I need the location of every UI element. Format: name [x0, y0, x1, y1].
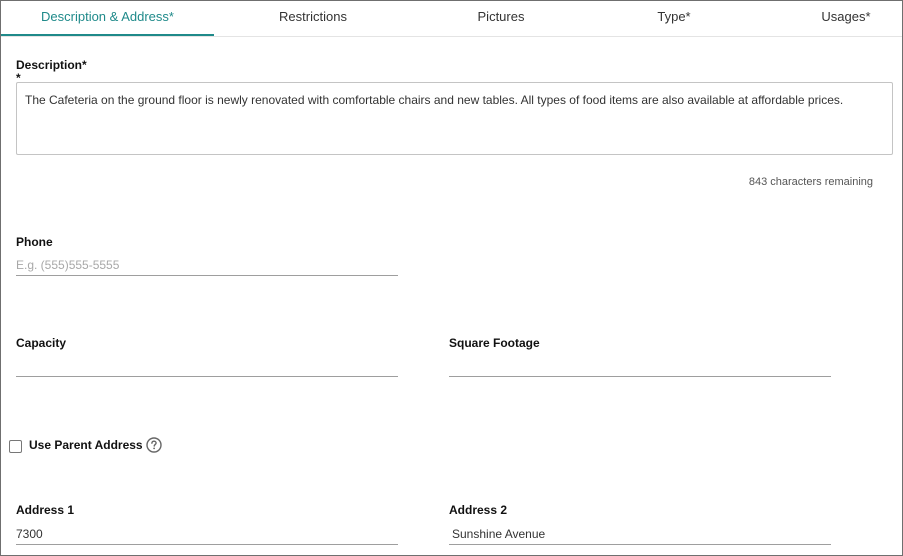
description-label: Description* — [16, 58, 87, 72]
address2-label: Address 2 — [449, 503, 508, 517]
tab-restrictions[interactable]: Restrictions — [214, 1, 412, 36]
tab-bar: Description & Address* Restrictions Pict… — [1, 1, 902, 37]
address1-input[interactable] — [16, 523, 398, 545]
tab-usages[interactable]: Usages* — [791, 1, 901, 36]
use-parent-address-checkbox[interactable] — [9, 440, 22, 453]
characters-remaining: 843 characters remaining — [748, 176, 873, 188]
question-circle-icon[interactable] — [146, 437, 162, 453]
tab-description-address[interactable]: Description & Address* — [1, 1, 214, 36]
form-panel: Description & Address* Restrictions Pict… — [0, 0, 903, 556]
phone-label: Phone — [16, 235, 53, 249]
address1-label: Address 1 — [16, 503, 75, 517]
tab-type[interactable]: Type* — [575, 1, 773, 36]
square-footage-input[interactable] — [449, 355, 831, 377]
description-textarea[interactable] — [16, 82, 893, 155]
phone-input[interactable] — [16, 254, 398, 276]
square-footage-label: Square Footage — [449, 336, 540, 350]
address2-input[interactable] — [449, 523, 831, 545]
capacity-label: Capacity — [16, 336, 67, 350]
capacity-input[interactable] — [16, 355, 398, 377]
use-parent-address-label: Use Parent Address — [29, 438, 143, 452]
tab-pictures[interactable]: Pictures — [402, 1, 600, 36]
